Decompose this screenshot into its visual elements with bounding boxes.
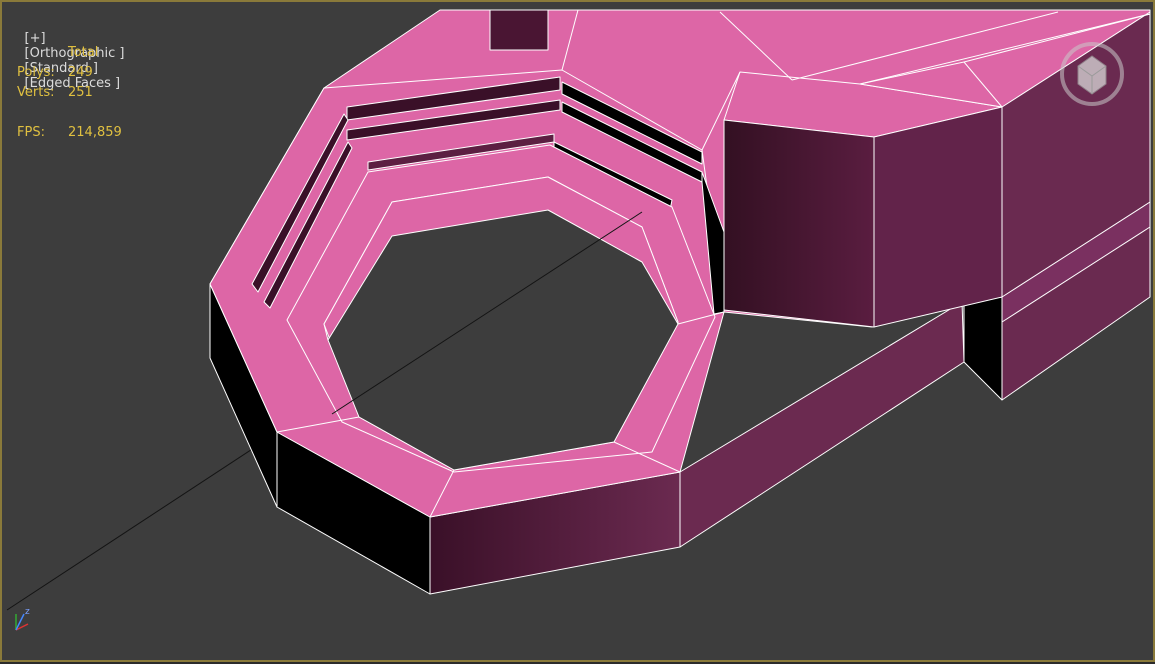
stats-fps-value: 214,859 — [68, 125, 122, 140]
stats-header: Total — [68, 45, 99, 60]
perspective-viewport[interactable]: z [+] [Orthographic ] [Standard ] [Edged… — [0, 0, 1155, 662]
axis-tripod-icon: z — [15, 607, 30, 631]
viewport-scene[interactable]: z — [2, 2, 1155, 664]
stats-fps-label: FPS: — [17, 125, 45, 140]
stats-polys-value: 249 — [68, 65, 93, 80]
viewport-plus-menu[interactable]: [+] — [25, 31, 46, 46]
stats-verts-value: 251 — [68, 85, 93, 100]
stats-polys-label: Polys: — [17, 65, 55, 80]
mesh-black-notch — [963, 296, 1003, 401]
stats-verts-label: Verts: — [17, 85, 55, 100]
mesh-object[interactable] — [209, 9, 1151, 595]
mesh-side-face-front — [679, 301, 965, 548]
box-front-face — [723, 119, 875, 328]
svg-text:z: z — [25, 607, 30, 617]
mesh-small-box — [489, 9, 549, 51]
box-side-face — [873, 106, 1003, 328]
